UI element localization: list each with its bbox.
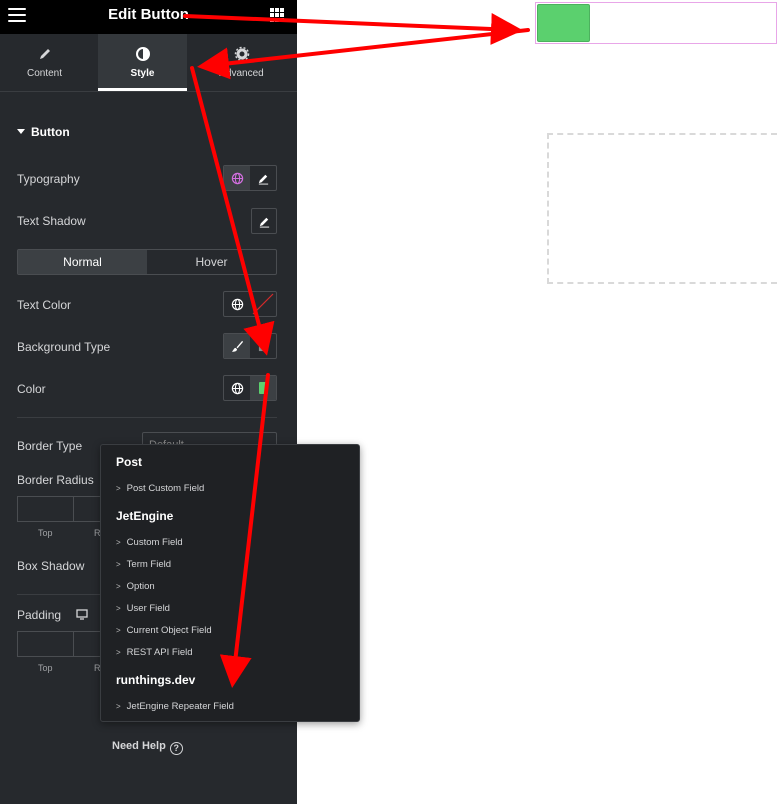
typography-controls xyxy=(223,165,277,191)
tab-style[interactable]: Style xyxy=(98,34,187,91)
dynamic-tags-popup: Post > Post Custom Field JetEngine > Custo… xyxy=(100,444,360,722)
pencil-icon xyxy=(39,49,50,59)
text-color-label: Text Color xyxy=(17,298,72,312)
group-jetengine: JetEngine xyxy=(116,509,174,523)
dim-label-top: Top xyxy=(38,528,53,538)
caret-down-icon xyxy=(17,129,25,134)
panel-title: Edit Button xyxy=(108,6,189,23)
color-swatch-empty[interactable] xyxy=(250,292,276,316)
swatch-fill xyxy=(258,382,268,394)
text-shadow-edit-icon[interactable] xyxy=(251,208,277,234)
border-radius-inputs[interactable] xyxy=(17,496,105,522)
empty-drop-area[interactable] xyxy=(547,133,777,284)
background-type-label: Background Type xyxy=(17,340,111,354)
padding-label: Padding xyxy=(17,608,62,622)
section-button-header[interactable]: Button xyxy=(17,125,70,139)
group-runthings: runthings.dev xyxy=(116,673,196,687)
popup-item[interactable]: > Option xyxy=(116,581,155,592)
tab-content[interactable]: Content xyxy=(0,34,89,91)
divider xyxy=(17,417,277,418)
group-post: Post xyxy=(116,455,143,469)
popup-item[interactable]: > REST API Field xyxy=(116,647,193,658)
hover-tab[interactable]: Hover xyxy=(147,250,276,274)
tab-advanced[interactable]: Advanced xyxy=(197,34,286,91)
color-swatch-green[interactable] xyxy=(250,376,276,400)
globe-icon[interactable] xyxy=(224,166,250,190)
state-toggle: Normal Hover xyxy=(17,249,277,275)
gradient-icon[interactable] xyxy=(250,334,276,358)
text-shadow-label: Text Shadow xyxy=(17,214,86,228)
popup-item[interactable]: > Post Custom Field xyxy=(116,483,204,494)
gear-icon xyxy=(234,46,249,62)
border-type-label: Border Type xyxy=(17,439,83,453)
tab-label: Style xyxy=(130,68,155,79)
text-color-controls xyxy=(223,291,277,317)
popup-item[interactable]: > Custom Field xyxy=(116,537,183,548)
preview-green-button[interactable] xyxy=(537,4,590,42)
normal-tab[interactable]: Normal xyxy=(18,250,147,274)
globe-icon[interactable] xyxy=(224,292,250,316)
popup-item[interactable]: > Term Field xyxy=(116,559,171,570)
padding-top-input[interactable] xyxy=(17,631,74,657)
box-shadow-label: Box Shadow xyxy=(17,559,85,573)
padding-inputs[interactable] xyxy=(17,631,105,657)
widgets-grid-icon[interactable] xyxy=(270,8,284,22)
radius-top-input[interactable] xyxy=(17,496,74,522)
dim-label-top: Top xyxy=(38,663,53,673)
background-type-controls xyxy=(223,333,277,359)
edit-pencil-icon[interactable] xyxy=(250,166,276,190)
help-question-icon: ? xyxy=(169,742,183,755)
desktop-icon[interactable] xyxy=(76,609,88,620)
popup-item[interactable]: > User Field xyxy=(116,603,170,614)
brush-icon[interactable] xyxy=(224,334,250,358)
panel-tabs: Content Style Advanced xyxy=(0,34,297,92)
popup-item[interactable]: > Current Object Field xyxy=(116,625,212,636)
color-controls xyxy=(223,375,277,401)
section-title: Button xyxy=(31,125,70,139)
popup-item[interactable]: > JetEngine Repeater Field xyxy=(116,701,234,712)
need-help-link[interactable]: Need Help? xyxy=(112,740,183,755)
need-help-label: Need Help xyxy=(112,740,166,752)
typography-label: Typography xyxy=(17,172,80,186)
border-radius-label: Border Radius xyxy=(17,473,94,487)
half-circle-icon xyxy=(135,47,150,61)
screen: Edit Button Content Style Advanced Butto… xyxy=(0,0,777,804)
tab-label: Content xyxy=(26,68,63,79)
color-label: Color xyxy=(17,382,46,396)
panel-header: Edit Button xyxy=(0,0,297,34)
globe-icon[interactable] xyxy=(224,376,250,400)
tab-label: Advanced xyxy=(219,68,264,79)
